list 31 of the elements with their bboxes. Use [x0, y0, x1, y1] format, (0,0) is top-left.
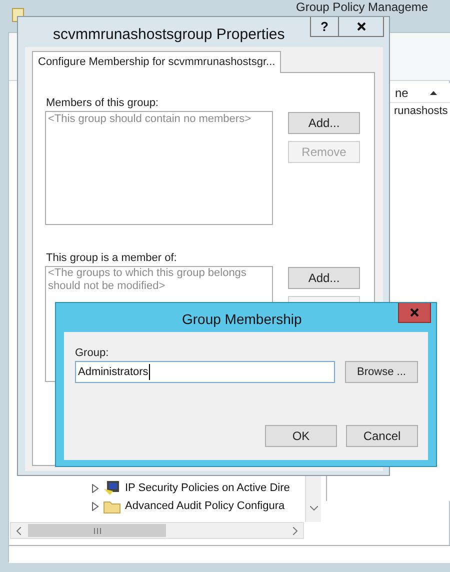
- folder-icon: [103, 498, 121, 514]
- sort-arrow-icon: [430, 90, 438, 94]
- scroll-left-icon[interactable]: [16, 527, 21, 535]
- field-label: Members of this group:: [46, 96, 158, 111]
- window-title: Group Policy Manageme: [296, 0, 428, 14]
- dialog-title: Group Membership: [182, 310, 302, 329]
- computer-icon: [103, 480, 121, 496]
- grip-icon: [94, 528, 100, 534]
- group-field[interactable]: Administrators: [75, 361, 335, 383]
- tab[interactable]: Configure Membership for scvmmrunashostsgr...: [32, 51, 282, 73]
- tree-item[interactable]: IP Security Policies on Active Dire: [125, 480, 290, 496]
- field-label: This group is a member of:: [46, 251, 177, 266]
- tree-item[interactable]: Advanced Audit Policy Configura: [125, 498, 285, 514]
- dialog-button[interactable]: OK: [265, 425, 337, 447]
- dialog-title: scvmmrunashostsgroup Properties: [53, 25, 285, 45]
- help-button[interactable]: ?: [310, 17, 339, 37]
- expand-arrow-icon[interactable]: [92, 484, 99, 492]
- close-button[interactable]: [339, 17, 384, 37]
- browse-button[interactable]: Browse ...: [345, 361, 418, 383]
- scroll-down-icon[interactable]: [310, 506, 318, 511]
- dialog-button[interactable]: Cancel: [346, 425, 418, 447]
- close-icon: [410, 308, 419, 317]
- field-label: Group:: [75, 346, 109, 361]
- scroll-right-icon[interactable]: [293, 527, 298, 535]
- close-icon: [356, 22, 366, 31]
- dialog-button[interactable]: Add...: [288, 267, 360, 289]
- scroll-thumb[interactable]: [28, 524, 166, 537]
- expand-arrow-icon[interactable]: [92, 502, 99, 510]
- dialog-button[interactable]: Add...: [288, 112, 360, 134]
- column-header[interactable]: ne: [395, 84, 408, 102]
- list-row[interactable]: runashosts: [394, 103, 448, 120]
